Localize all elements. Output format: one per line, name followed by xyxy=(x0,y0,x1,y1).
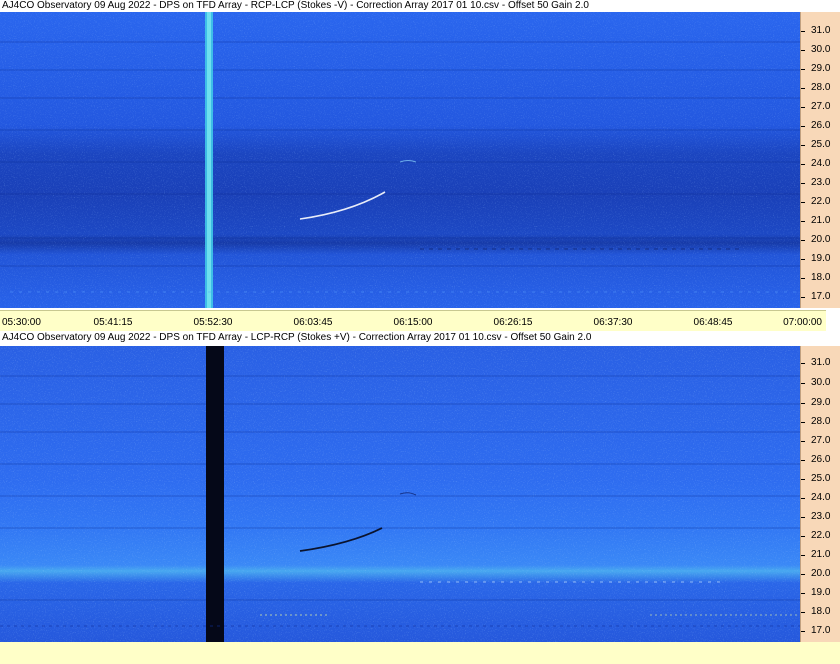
y-tick xyxy=(801,383,805,384)
y-tick xyxy=(801,498,805,499)
y-label: 24.0 xyxy=(811,492,831,503)
y-label: 28.0 xyxy=(811,82,831,93)
time-label: 06:15:00 xyxy=(393,317,433,328)
y-tick xyxy=(801,278,805,279)
y-tick xyxy=(801,536,805,537)
y-label: 22.0 xyxy=(811,196,831,207)
y-label: 25.0 xyxy=(811,139,831,150)
y-label: 30.0 xyxy=(811,44,831,55)
y-label: 27.0 xyxy=(811,101,831,112)
y-label: 21.0 xyxy=(811,549,831,560)
frequency-axis-top: 31.0 30.0 29.0 28.0 27.0 26.0 25.0 24.0 … xyxy=(800,12,840,308)
y-label: 23.0 xyxy=(811,177,831,188)
y-tick xyxy=(801,460,805,461)
time-label: 05:30:00 xyxy=(2,317,41,328)
time-label: 05:41:15 xyxy=(93,317,133,328)
y-label: 26.0 xyxy=(811,120,831,131)
y-label: 22.0 xyxy=(811,530,831,541)
y-label: 29.0 xyxy=(811,397,831,408)
y-tick xyxy=(801,145,805,146)
y-tick xyxy=(801,183,805,184)
frequency-axis-bottom: 31.0 30.0 29.0 28.0 27.0 26.0 25.0 24.0 … xyxy=(800,346,840,642)
y-tick xyxy=(801,517,805,518)
y-label: 28.0 xyxy=(811,416,831,427)
y-label: 25.0 xyxy=(811,473,831,484)
bottom-strip xyxy=(0,642,840,664)
time-label: 06:48:45 xyxy=(693,317,733,328)
y-label: 20.0 xyxy=(811,234,831,245)
y-tick xyxy=(801,107,805,108)
y-tick xyxy=(801,441,805,442)
spectrogram-rcp-lcp-canvas xyxy=(0,12,800,308)
y-tick xyxy=(801,422,805,423)
y-label: 21.0 xyxy=(811,215,831,226)
time-axis: 05:30:00 05:41:15 05:52:30 06:03:45 06:1… xyxy=(0,310,826,331)
time-label: 07:00:00 xyxy=(783,317,822,328)
y-label: 19.0 xyxy=(811,253,831,264)
y-tick xyxy=(801,593,805,594)
y-tick xyxy=(801,31,805,32)
y-tick xyxy=(801,574,805,575)
y-tick xyxy=(801,202,805,203)
y-tick xyxy=(801,363,805,364)
time-label: 06:37:30 xyxy=(593,317,633,328)
y-tick xyxy=(801,88,805,89)
y-label: 23.0 xyxy=(811,511,831,522)
y-label: 31.0 xyxy=(811,357,831,368)
time-label: 06:26:15 xyxy=(493,317,533,328)
time-label: 05:52:30 xyxy=(193,317,233,328)
y-label: 31.0 xyxy=(811,25,831,36)
y-tick xyxy=(801,631,805,632)
y-label: 18.0 xyxy=(811,606,831,617)
y-label: 30.0 xyxy=(811,377,831,388)
y-tick xyxy=(801,69,805,70)
y-label: 20.0 xyxy=(811,568,831,579)
y-label: 18.0 xyxy=(811,272,831,283)
y-label: 29.0 xyxy=(811,63,831,74)
y-label: 27.0 xyxy=(811,435,831,446)
y-label: 17.0 xyxy=(811,625,831,636)
y-label: 17.0 xyxy=(811,291,831,302)
y-label: 26.0 xyxy=(811,454,831,465)
spectrogram-rcp-lcp[interactable] xyxy=(0,12,800,308)
y-tick xyxy=(801,403,805,404)
panel-2-title: AJ4CO Observatory 09 Aug 2022 - DPS on T… xyxy=(0,332,826,344)
y-label: 19.0 xyxy=(811,587,831,598)
y-tick xyxy=(801,240,805,241)
spectrogram-lcp-rcp[interactable] xyxy=(0,346,800,642)
y-tick xyxy=(801,126,805,127)
y-label: 24.0 xyxy=(811,158,831,169)
y-tick xyxy=(801,164,805,165)
y-tick xyxy=(801,50,805,51)
y-tick xyxy=(801,479,805,480)
y-tick xyxy=(801,221,805,222)
y-tick xyxy=(801,297,805,298)
panel-1-title: AJ4CO Observatory 09 Aug 2022 - DPS on T… xyxy=(0,0,826,12)
time-label: 06:03:45 xyxy=(293,317,333,328)
y-tick xyxy=(801,555,805,556)
y-tick xyxy=(801,612,805,613)
y-tick xyxy=(801,259,805,260)
spectrogram-lcp-rcp-canvas xyxy=(0,346,800,642)
